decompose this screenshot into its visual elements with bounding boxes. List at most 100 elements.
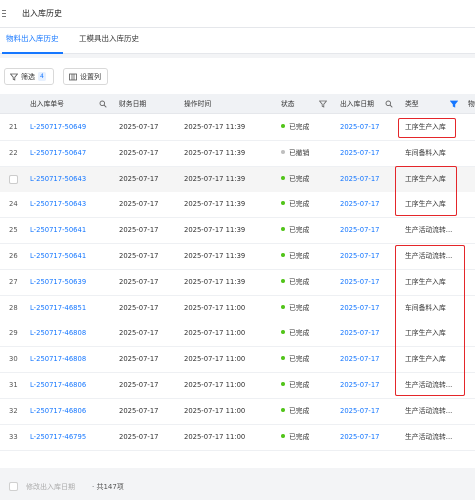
status-text: 已完成 [281,218,309,243]
filter-label: 筛选 [21,72,35,81]
table-row[interactable]: 31 L-250717-46806 2025-07-17 2025-07-17 11:… [0,373,475,399]
header-type: 类型 [405,100,419,108]
status-dot-icon [281,253,285,257]
status-label: 已完成 [289,303,310,312]
finance-date: 2025-07-17 [119,200,159,209]
status-dot-icon [281,433,285,438]
status-label: 已完成 [289,174,310,183]
table-row[interactable]: 21 L-250717-50649 2025-07-17 2025-07-17 11:… [0,115,475,141]
table-row[interactable]: 24 L-250717-50643 2025-07-17 2025-07-17 11:… [0,192,475,219]
table-row[interactable]: 25 L-250717-50641 2025-07-17 2025-07-17 11:… [0,218,475,245]
order-no-link[interactable]: L-250717-50641 [30,218,86,243]
io-date-link[interactable]: 2025-07-17 [340,244,380,269]
status-text: 已完成 [281,192,309,217]
table-row[interactable]: 27 L-250717-50639 2025-07-17 2025-07-17 11:… [0,269,475,296]
io-date-link[interactable]: 2025-07-17 [340,141,380,166]
tab-tooling-history[interactable]: 工模具出入库历史 [79,28,139,54]
header-finance-date: 财务日期 [119,100,147,108]
row-index: 26 [9,252,18,260]
order-no-link[interactable]: L-250717-46808 [30,347,86,372]
tab-material-history[interactable]: 物料出入库历史 [2,28,62,54]
status-dot-icon [281,227,285,232]
order-no-link[interactable]: L-250717-46808 [30,321,86,346]
type-text: 工序生产入库 [405,174,446,183]
column-settings-label: 设置列 [80,72,101,81]
row-index: 30 [9,355,18,364]
type-filter-icon[interactable] [450,100,458,108]
status-dot-icon [281,201,285,206]
order-no-link[interactable]: L-250717-50641 [30,244,86,269]
io-date-link[interactable]: 2025-07-17 [340,192,380,217]
status-label: 已完成 [289,329,310,338]
status-text: 已完成 [281,115,309,140]
table-row[interactable]: 32 L-250717-46806 2025-07-17 2025-07-17 11:… [0,398,475,425]
tab-bar: 物料出入库历史 工模具出入库历史 [0,28,475,54]
status-filter-icon[interactable] [319,100,327,108]
status-label: 已完成 [289,406,310,415]
type-text: 工序生产入库 [405,123,446,131]
header-order-no: 出入库单号 [30,100,64,108]
finance-date: 2025-07-17 [119,252,159,260]
status-dot-icon [281,382,285,386]
io-date-link[interactable]: 2025-07-17 [340,218,380,243]
title-bar: 出入库历史 [0,0,475,28]
io-date-link[interactable]: 2025-07-17 [340,115,380,140]
io-date-search-icon[interactable] [385,100,393,108]
io-date-link[interactable]: 2025-07-17 [340,399,380,424]
order-no-link[interactable]: L-250717-46795 [30,425,86,450]
row-index: 24 [9,200,18,209]
order-no-link[interactable]: L-250717-50643 [30,167,86,192]
order-no-link[interactable]: L-250717-46806 [30,373,86,398]
io-date-link[interactable]: 2025-07-17 [340,347,380,372]
table-row[interactable]: 29 L-250717-46808 2025-07-17 2025-07-17 11:… [0,321,475,348]
io-date-link[interactable]: 2025-07-17 [340,321,380,346]
status-dot-icon [281,175,285,180]
row-index: 29 [9,329,18,338]
header-io-date: 出入库日期 [340,100,374,108]
status-dot-icon [281,407,285,412]
op-time: 2025-07-17 11:39 [184,252,246,260]
op-time: 2025-07-17 11:39 [184,123,246,131]
filter-count-badge: 4 [38,72,46,81]
search-icon[interactable] [99,100,107,108]
order-no-link[interactable]: L-250717-50639 [30,270,86,295]
order-no-link[interactable]: L-250717-50649 [30,115,86,140]
order-no-link[interactable]: L-250717-46806 [30,399,86,424]
type-text: 车间备料入库 [405,148,446,157]
table-header: 出入库单号 财务日期 操作时间 状态 出入库日期 类型 物 [0,94,475,114]
row-checkbox[interactable] [9,174,18,184]
finance-date: 2025-07-17 [119,148,159,157]
header-status: 状态 [281,100,295,108]
table-row[interactable]: 22 L-250717-50647 2025-07-17 2025-07-17 11:… [0,140,475,167]
type-text: 工序生产入库 [405,277,446,286]
status-text: 已完成 [281,399,309,424]
column-settings-button[interactable]: 设置列 [63,68,108,85]
status-label: 已完成 [289,252,310,260]
order-no-link[interactable]: L-250717-46851 [30,296,86,321]
table-row[interactable]: L-250717-50643 2025-07-17 2025-07-17 11:39… [0,166,475,193]
type-text: 工序生产入库 [405,329,446,338]
io-date-link[interactable]: 2025-07-17 [340,425,380,450]
op-time: 2025-07-17 11:39 [184,174,246,183]
table-row[interactable]: 26 L-250717-50641 2025-07-17 2025-07-17 11:… [0,244,475,270]
modify-date-button[interactable]: 修改出入库日期 [26,482,75,492]
menu-icon[interactable] [2,10,12,17]
row-index: 31 [9,381,18,389]
table-row[interactable]: 30 L-250717-46808 2025-07-17 2025-07-17 11:… [0,347,475,374]
order-no-link[interactable]: L-250717-50647 [30,141,86,166]
io-date-link[interactable]: 2025-07-17 [340,270,380,295]
table-row[interactable]: 28 L-250717-46851 2025-07-17 2025-07-17 11:… [0,295,475,322]
status-label: 已完成 [289,432,310,441]
io-date-link[interactable]: 2025-07-17 [340,296,380,321]
io-date-link[interactable]: 2025-07-17 [340,373,380,398]
type-text: 车间备料入库 [405,303,446,312]
status-dot-icon [281,149,285,154]
table-row[interactable]: 33 L-250717-46795 2025-07-17 2025-07-17 11:… [0,424,475,451]
select-all-checkbox[interactable] [9,482,18,491]
filter-button[interactable]: 筛选 4 [4,68,54,85]
row-index: 28 [9,303,18,312]
order-no-link[interactable]: L-250717-50643 [30,192,86,217]
row-index: 21 [9,123,18,131]
op-time: 2025-07-17 11:00 [184,406,246,415]
io-date-link[interactable]: 2025-07-17 [340,167,380,192]
